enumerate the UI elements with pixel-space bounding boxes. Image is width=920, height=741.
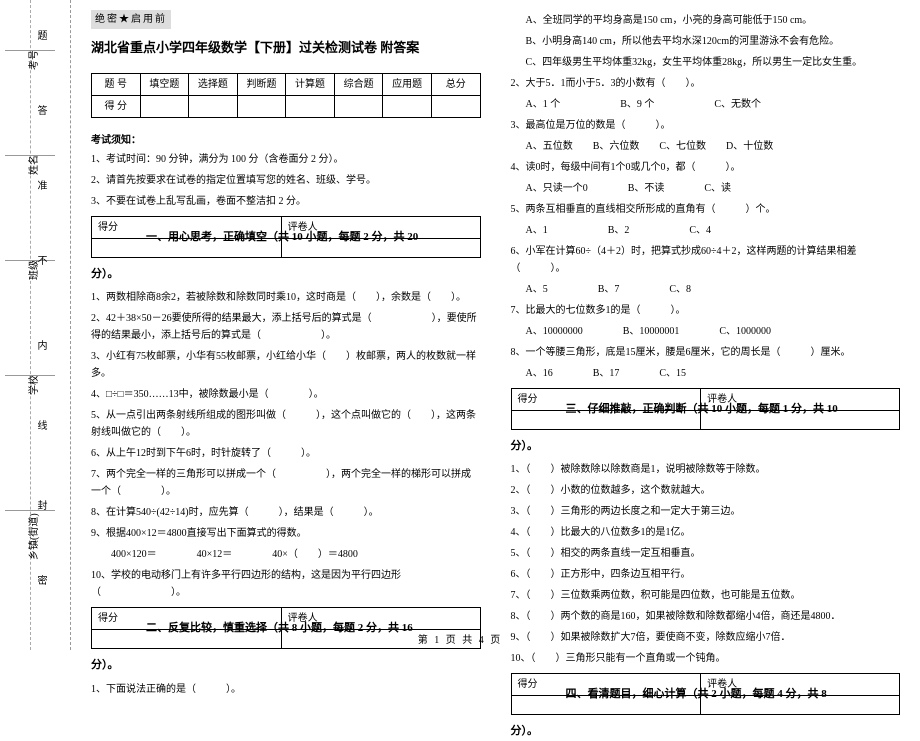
page-footer: 第 1 页 共 4 页: [0, 631, 920, 646]
seal-char: 封: [33, 500, 48, 516]
opt: A、16 B、17 C、15: [526, 365, 901, 382]
q: 7、比最大的七位数多1的是（ ）。: [511, 302, 901, 319]
q: 10、（ ）三角形只能有一个直角或一个钝角。: [511, 650, 901, 667]
margin-blank: [5, 50, 55, 51]
q: 5、两条互相垂直的直线相交所形成的直角有（ ）个。: [511, 201, 901, 218]
q: 1、下面说法正确的是（ ）。: [91, 681, 481, 698]
opt: A、全班同学的平均身高是150 cm，小亮的身高可能低于150 cm。: [526, 12, 901, 29]
q: 4、读0时，每级中间有1个0或几个0，都（ ）。: [511, 159, 901, 176]
opt: A、5 B、7 C、8: [526, 281, 901, 298]
margin-field-name: 姓名: [25, 155, 40, 175]
notice-item: 2、请首先按要求在试卷的指定位置填写您的姓名、班级、学号。: [91, 172, 481, 189]
q: 3、小红有75枚邮票，小华有55枚邮票，小红给小华（ ）枚邮票，两人的枚数就一样…: [91, 348, 481, 382]
q: 3、最高位是万位的数是（ ）。: [511, 117, 901, 134]
q: 8、在计算540÷(42÷14)时，应先算（ ），结果是（ ）。: [91, 504, 481, 521]
th: 填空题: [140, 74, 189, 96]
q: 6、（ ）正方形中，四条边互相平行。: [511, 566, 901, 583]
td: [189, 96, 238, 118]
td: [431, 96, 480, 118]
td: 得 分: [92, 96, 141, 118]
th: 题 号: [92, 74, 141, 96]
td: [334, 96, 383, 118]
q: 10、学校的电动移门上有许多平行四边形的结构，这是因为平行四边形（ ）。: [91, 567, 481, 601]
seal-char: 线: [33, 420, 48, 436]
opt: C、四年级男生平均体重32kg，女生平均体重28kg，所以男生一定比女生重。: [526, 54, 901, 71]
th: 计算题: [286, 74, 335, 96]
section-3-tail: 分）。: [511, 437, 901, 456]
binding-margin: 考号 姓名 班级 学校 乡镇(街道) 题 答 准 不 内 线 封 密: [0, 0, 71, 650]
seal-char: 内: [33, 340, 48, 356]
td: [140, 96, 189, 118]
opt: A、只读一个0 B、不读 C、读: [526, 180, 901, 197]
section-4-tail: 分）。: [511, 722, 901, 741]
th: 判断题: [237, 74, 286, 96]
q: 9、根据400×12＝4800直接写出下面算式的得数。: [91, 525, 481, 542]
notice-item: 3、不要在试卷上乱写乱画，卷面不整洁扣 2 分。: [91, 193, 481, 210]
seal-char: 题: [33, 30, 48, 46]
td: [237, 96, 286, 118]
secret-label: 绝密★启用前: [91, 10, 171, 29]
q: 2、42＋38×50－26要使所得的结果最大，添上括号后的算式是（ ），要使所得…: [91, 310, 481, 344]
notice-item: 1、考试时间：90 分钟，满分为 100 分（含卷面分 2 分）。: [91, 151, 481, 168]
right-column: A、全班同学的平均身高是150 cm，小亮的身高可能低于150 cm。 B、小明…: [511, 10, 901, 630]
margin-blank: [5, 375, 55, 376]
section-3-head: 三、仔细推敲，正确判断（共 10 小题，每题 1 分，共 10: [511, 400, 901, 419]
td: [383, 96, 432, 118]
section-2-tail: 分）。: [91, 656, 481, 675]
opt: A、10000000 B、10000001 C、1000000: [526, 323, 901, 340]
table-row: 题 号 填空题 选择题 判断题 计算题 综合题 应用题 总分: [92, 74, 481, 96]
q: 7、两个完全一样的三角形可以拼成一个（ ），两个完全一样的梯形可以拼成一个（ ）…: [91, 466, 481, 500]
total-score-table: 题 号 填空题 选择题 判断题 计算题 综合题 应用题 总分 得 分: [91, 73, 481, 118]
q: 2、大于5．1而小于5．3的小数有（ ）。: [511, 75, 901, 92]
q: 7、（ ）三位数乘两位数，积可能是四位数，也可能是五位数。: [511, 587, 901, 604]
q: 5、（ ）相交的两条直线一定互相垂直。: [511, 545, 901, 562]
table-row: 得 分: [92, 96, 481, 118]
section-1-tail: 分）。: [91, 265, 481, 284]
seal-char: 答: [33, 105, 48, 121]
q: 6、小军在计算60÷（4＋2）时，把算式抄成60÷4＋2，这样两题的计算结果相差…: [511, 243, 901, 277]
td: [286, 96, 335, 118]
th: 总分: [431, 74, 480, 96]
paper-title: 湖北省重点小学四年级数学【下册】过关检测试卷 附答案: [91, 37, 481, 59]
th: 应用题: [383, 74, 432, 96]
q: 8、（ ）两个数的商是160，如果被除数和除数都缩小4倍，商还是4800．: [511, 608, 901, 625]
margin-field-town: 乡镇(街道): [25, 513, 40, 560]
margin-blank: [5, 155, 55, 156]
section-1-head: 一、用心思考，正确填空（共 10 小题，每题 2 分，共 20: [91, 228, 481, 247]
opt: A、1 个 B、9 个 C、无数个: [526, 96, 901, 113]
q: 1、（ ）被除数除以除数商是1，说明被除数等于除数。: [511, 461, 901, 478]
seal-char: 准: [33, 180, 48, 196]
seal-char: 密: [33, 575, 48, 591]
q: 4、（ ）比最大的八位数多1的是1亿。: [511, 524, 901, 541]
th: 选择题: [189, 74, 238, 96]
opt: B、小明身高140 cm，所以他去平均水深120cm的河里游泳不会有危险。: [526, 33, 901, 50]
margin-field-exam-no: 考号: [25, 50, 40, 70]
q: 5、从一点引出两条射线所组成的图形叫做（ ），这个点叫做它的（ ），这两条射线叫…: [91, 407, 481, 441]
opt: A、1 B、2 C、4: [526, 222, 901, 239]
q: 2、（ ）小数的位数越多，这个数就越大。: [511, 482, 901, 499]
q: 8、一个等腰三角形，底是15厘米，腰是6厘米，它的周长是（ ）厘米。: [511, 344, 901, 361]
notice-title: 考试须知：: [91, 132, 481, 149]
q: 3、（ ）三角形的两边长度之和一定大于第三边。: [511, 503, 901, 520]
opt: A、五位数 B、六位数 C、七位数 D、十位数: [526, 138, 901, 155]
content-columns: 绝密★启用前 湖北省重点小学四年级数学【下册】过关检测试卷 附答案 题 号 填空…: [71, 0, 920, 650]
seal-char: 不: [33, 255, 48, 271]
q: 6、从上午12时到下午6时，时针旋转了（ ）。: [91, 445, 481, 462]
margin-field-school: 学校: [25, 375, 40, 395]
left-column: 绝密★启用前 湖北省重点小学四年级数学【下册】过关检测试卷 附答案 题 号 填空…: [91, 10, 481, 630]
q: 1、两数相除商8余2，若被除数和除数同时乘10，这时商是（ ），余数是（ ）。: [91, 289, 481, 306]
q: 4、□÷□＝350……13中，被除数最小是（ ）。: [91, 386, 481, 403]
q: 400×120＝ 40×12＝ 40×（ ）＝4800: [91, 546, 481, 563]
th: 综合题: [334, 74, 383, 96]
section-4-head: 四、看清题目，细心计算（共 2 小题，每题 4 分，共 8: [511, 685, 901, 704]
